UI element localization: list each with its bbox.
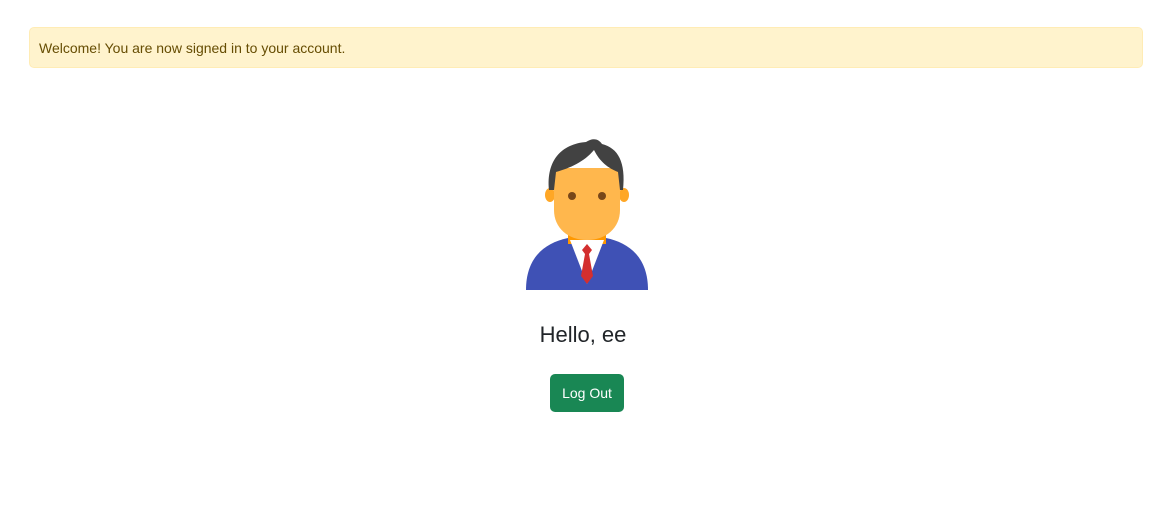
greeting-text: Hello, ee <box>539 322 627 347</box>
welcome-alert: Welcome! You are now signed in to your a… <box>29 27 1143 68</box>
businessman-avatar-icon <box>526 139 648 290</box>
alert-message: Welcome! You are now signed in to your a… <box>39 40 346 56</box>
logout-button[interactable]: Log Out <box>550 374 624 412</box>
